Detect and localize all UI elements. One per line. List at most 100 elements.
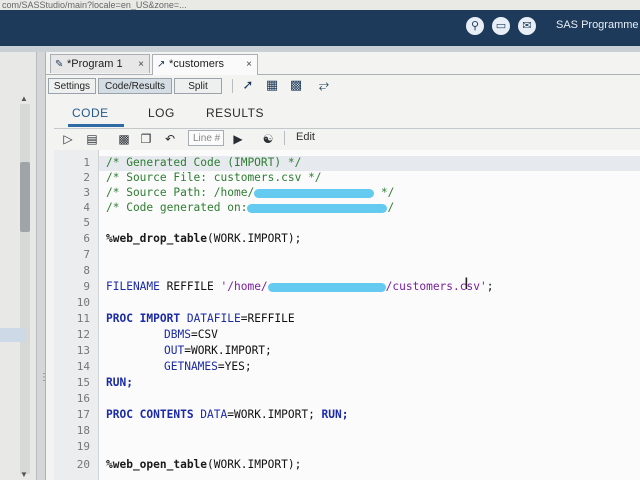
close-icon[interactable]: × [138,55,144,74]
search-icon[interactable]: ⚲ [466,17,484,35]
tab-log[interactable]: LOG [148,106,175,120]
line-number: 20 [76,458,90,471]
redaction-mark [267,282,386,292]
code-macro: %web_open_table [106,458,208,471]
code-editor[interactable]: 1 2 3 4 5 6 7 8 9 10 11 12 13 14 15 16 1… [54,150,640,480]
window-icon[interactable]: ▭ [492,17,510,35]
view-toolbar: Settings Code/Results Split ➚ ▦ ▩ ⥂ [46,75,640,97]
line-number: 19 [76,440,90,453]
redaction-mark [254,188,375,198]
line-number: 10 [76,296,90,309]
scroll-down-icon[interactable]: ▼ [20,470,28,479]
tab-code[interactable]: CODE [72,106,109,120]
toolbar-divider [284,131,285,145]
line-number: 17 [76,408,90,421]
line-number: 11 [76,312,90,325]
mail-icon[interactable]: ✉ [518,17,536,35]
code-line-4: /* Code generated on: / [106,201,394,214]
code-keyword: FILENAME [106,280,160,293]
nav-selected-item[interactable] [0,328,26,342]
code-option: OUT [164,344,185,357]
code-line-12: DBMS=CSV [164,328,218,341]
code-text: =WORK.IMPORT; [227,408,322,421]
scroll-up-icon[interactable]: ▲ [20,94,28,103]
line-number: 2 [83,171,90,184]
code-comment: / [387,201,395,214]
code-text: =CSV [190,328,218,341]
code-line-9: FILENAME REFFILE '/home/ /customers.csv'; [106,280,493,293]
code-keyword: PROC IMPORT [106,312,181,325]
nav-scroll-thumb[interactable] [20,162,30,232]
run-icon[interactable]: ➚ [240,78,256,94]
code-option: DBMS [164,328,191,341]
code-option: DATAFILE [180,312,241,325]
tab-program-1[interactable]: ✎ *Program 1 × [50,54,150,73]
split-button[interactable]: Split [174,78,222,94]
editor-panel: ✎ *Program 1 × ↗ *customers × Settings Cod… [46,52,640,480]
tab-label: *customers [169,58,225,70]
code-string: /customers.csv' [385,280,487,293]
browser-url-bar[interactable]: com/SASStudio/main?locale=en_US&zone=... [0,0,640,10]
code-line-20: %web_open_table(WORK.IMPORT); [106,458,301,471]
code-text: (WORK.IMPORT); [207,232,302,245]
close-icon[interactable]: × [246,55,252,74]
code-line-2: /* Source File: customers.csv */ [106,171,322,184]
line-number: 14 [76,360,90,373]
print-icon[interactable]: ▩ [116,131,132,147]
tab-label: *Program 1 [67,58,123,70]
code-option: GETNAMES [164,360,218,373]
code-macro: %web_drop_table [106,232,208,245]
line-number: 12 [76,328,90,341]
redaction-mark [247,203,388,213]
user-menu[interactable]: SAS Programme [556,19,639,31]
code-line-1: /* Generated Code (IMPORT) */ [106,156,302,169]
binoculars-icon[interactable]: ☯ [260,131,276,147]
go-to-line-icon[interactable]: ▶ [230,131,246,147]
code-string: '/home/ [220,280,268,293]
code-line-3: /* Source Path: /home/ */ [106,186,394,199]
pane-splitter[interactable]: ⋮ [37,52,49,480]
line-number: 4 [83,201,90,214]
copy-icon[interactable]: ❐ [138,131,154,147]
code-comment: /* Code generated on: [106,201,248,214]
undo-icon[interactable]: ↶ [162,131,178,147]
code-results-button[interactable]: Code/Results [98,78,172,94]
code-text: =WORK.IMPORT; [184,344,272,357]
toolbar-divider [232,79,233,93]
code-option: DATA [193,408,228,421]
run-code-icon[interactable]: ▷ [60,131,76,147]
line-number: 18 [76,424,90,437]
edit-menu[interactable]: Edit [296,131,315,143]
line-number-gutter: 1 2 3 4 5 6 7 8 9 10 11 12 13 14 15 16 1… [54,150,99,480]
line-number: 3 [83,186,90,199]
text-cursor-icon: Ⅰ [464,274,469,293]
import-icon: ↗ [157,59,166,70]
code-line-13: OUT=WORK.IMPORT; [164,344,272,357]
settings-button[interactable]: Settings [48,78,96,94]
tab-results[interactable]: RESULTS [206,106,264,120]
program-icon: ✎ [55,59,64,70]
line-number: 8 [83,264,90,277]
tab-customers[interactable]: ↗ *customers × [152,54,258,75]
app-header: ⚲ ▭ ✉ SAS Programme [0,10,640,46]
line-number: 13 [76,344,90,357]
save-as-icon[interactable]: ▩ [288,78,304,94]
save-icon[interactable]: ▦ [264,78,280,94]
line-number: 6 [83,232,90,245]
code-text: =REFFILE [240,312,295,325]
code-line-14: GETNAMES=YES; [164,360,252,373]
line-number: 15 [76,376,90,389]
maximize-icon[interactable]: ⥂ [316,78,332,94]
line-number: 1 [83,156,90,169]
new-file-icon[interactable]: ▤ [84,131,100,147]
line-number-input[interactable]: Line # [188,130,224,146]
nav-scrollbar[interactable] [20,104,30,474]
program-tabs: ✎ *Program 1 × ↗ *customers × [46,52,640,75]
code-line-11: PROC IMPORT DATAFILE=REFFILE [106,312,295,325]
line-number: 7 [83,248,90,261]
code-comment: /* Source Path: /home/ [106,186,255,199]
code-text: =YES; [217,360,252,373]
code-line-17: PROC CONTENTS DATA=WORK.IMPORT; RUN; [106,408,349,421]
code-comment: */ [374,186,395,199]
code-text: REFFILE [159,280,221,293]
